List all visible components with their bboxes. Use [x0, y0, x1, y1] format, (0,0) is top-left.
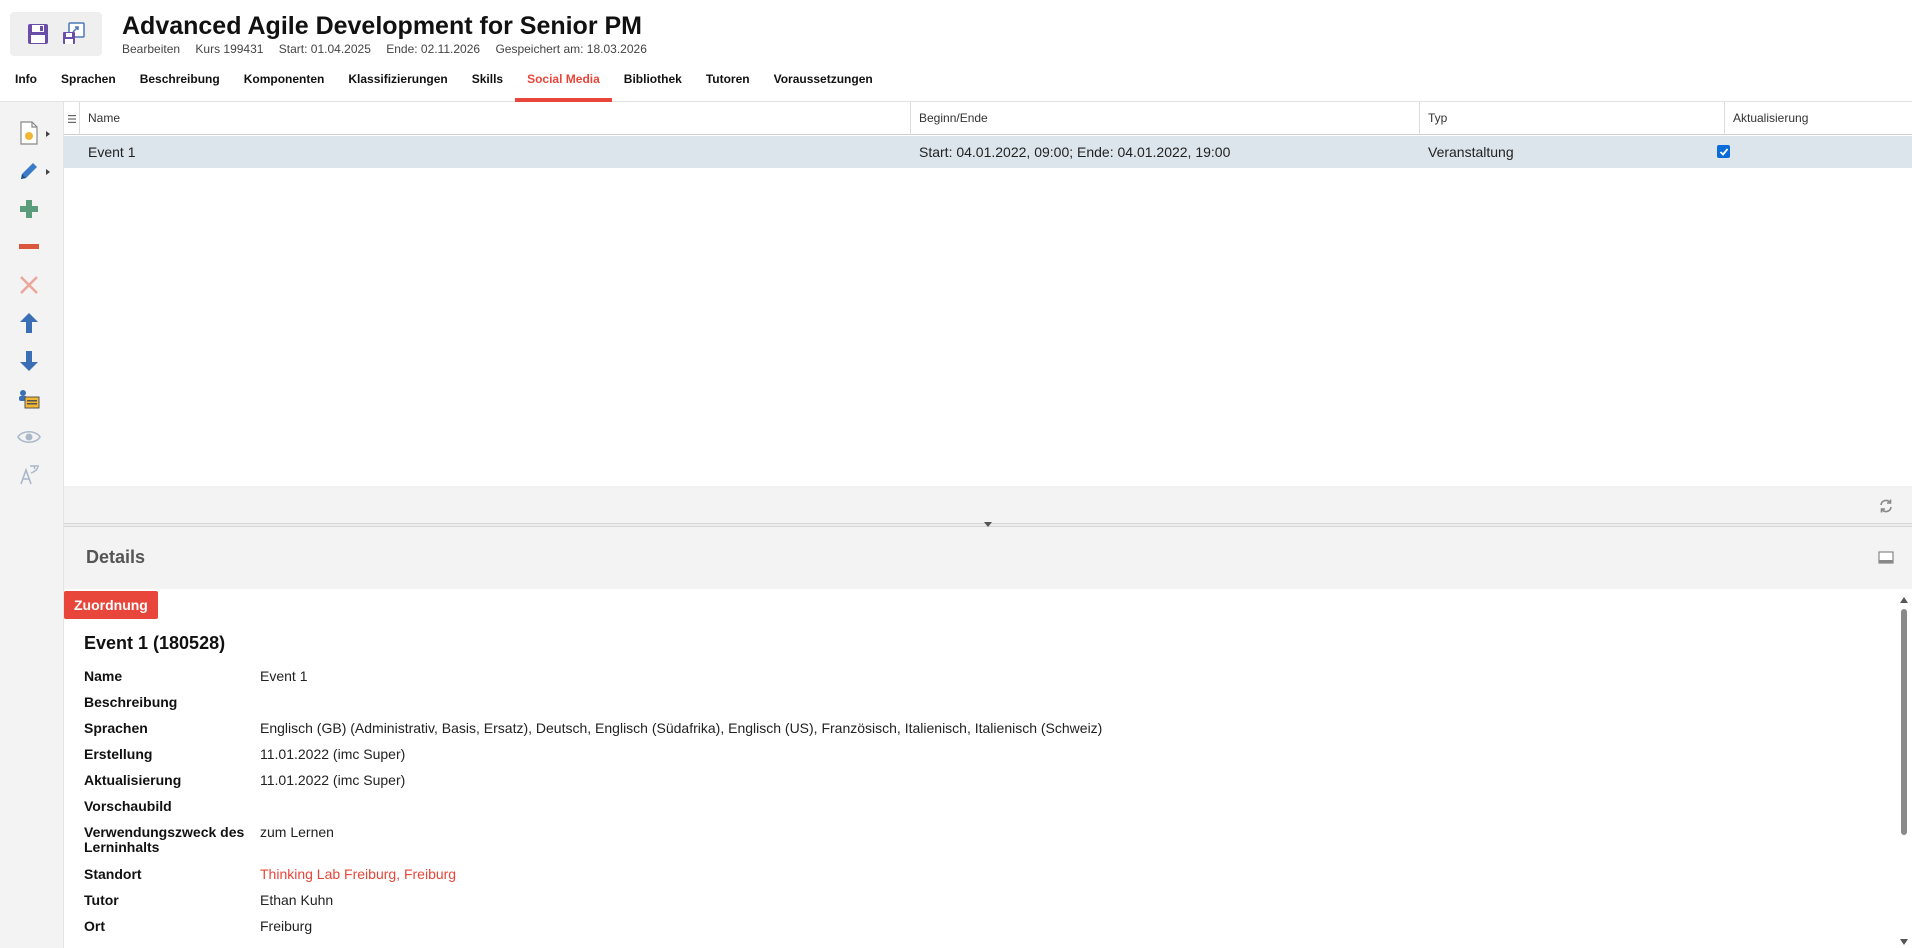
- preview-eye-icon[interactable]: [14, 422, 44, 452]
- meta-start: Start: 01.04.2025: [278, 42, 371, 56]
- field-label: Ort: [84, 918, 105, 934]
- move-down-icon[interactable]: [14, 346, 44, 376]
- field-label: Erstellung: [84, 746, 153, 762]
- field-label: Name: [84, 668, 123, 684]
- tab-social-media[interactable]: Social Media: [515, 64, 612, 102]
- field-label: Sprachen: [84, 720, 148, 736]
- tab-beschreibung[interactable]: Beschreibung: [128, 64, 232, 102]
- table-row[interactable]: Event 1 Start: 04.01.2022, 09:00; Ende: …: [64, 136, 1912, 168]
- tab-klassifizierungen[interactable]: Klassifizierungen: [336, 64, 459, 102]
- field-value: Freiburg: [260, 918, 313, 934]
- left-toolbar: [0, 102, 64, 948]
- edit-caret-icon[interactable]: [46, 169, 50, 175]
- scroll-up-icon[interactable]: [1900, 597, 1908, 603]
- meta-mode: Bearbeiten: [122, 42, 181, 56]
- collapse-panel-icon[interactable]: [1878, 551, 1894, 565]
- page-header: Advanced Agile Development for Senior PM…: [0, 0, 1912, 64]
- save-as-icon[interactable]: [60, 20, 88, 48]
- field-label: Vorschaubild: [84, 798, 172, 814]
- save-icon[interactable]: [24, 20, 52, 48]
- details-scrollbar[interactable]: [1898, 595, 1910, 947]
- add-icon[interactable]: [14, 194, 44, 224]
- translate-icon[interactable]: [14, 460, 44, 490]
- scroll-down-icon[interactable]: [1900, 939, 1908, 945]
- row-name: Event 1: [88, 144, 136, 160]
- status-badge: Zuordnung: [64, 591, 158, 619]
- field-label: Aktualisierung: [84, 772, 182, 788]
- tab-voraussetzungen[interactable]: Voraussetzungen: [762, 64, 885, 102]
- grid-header: Name Beginn/Ende Typ Aktualisierung: [64, 102, 1912, 135]
- social-media-grid: Name Beginn/Ende Typ Aktualisierung Even…: [64, 102, 1912, 486]
- tab-bar: Info Sprachen Beschreibung Komponenten K…: [0, 64, 1912, 102]
- tab-tutoren[interactable]: Tutoren: [694, 64, 762, 102]
- row-period: Start: 04.01.2022, 09:00; Ende: 04.01.20…: [919, 144, 1231, 160]
- tab-bibliothek[interactable]: Bibliothek: [612, 64, 694, 102]
- tab-skills[interactable]: Skills: [460, 64, 515, 102]
- meta-saved: Gespeichert am: 18.03.2026: [495, 42, 647, 56]
- scrollbar-thumb[interactable]: [1901, 609, 1907, 835]
- remove-icon[interactable]: [14, 232, 44, 262]
- tab-komponenten[interactable]: Komponenten: [232, 64, 337, 102]
- tab-sprachen[interactable]: Sprachen: [49, 64, 128, 102]
- field-value: Event 1: [260, 668, 308, 684]
- column-header-name[interactable]: Name: [80, 102, 911, 135]
- field-value: Ethan Kuhn: [260, 892, 334, 908]
- field-value: 11.01.2022 (imc Super): [260, 772, 406, 788]
- field-label: Tutor: [84, 892, 119, 908]
- record-title: Event 1 (180528): [84, 633, 226, 653]
- meta-course: Kurs 199431: [195, 42, 264, 56]
- meta-end: Ende: 02.11.2026: [386, 42, 481, 56]
- location-link[interactable]: Thinking Lab Freiburg, Freiburg: [260, 867, 456, 882]
- column-menu-icon[interactable]: [64, 102, 80, 135]
- column-header-update[interactable]: Aktualisierung: [1725, 102, 1912, 135]
- new-document-caret-icon[interactable]: [46, 131, 50, 137]
- column-header-period[interactable]: Beginn/Ende: [911, 102, 1420, 135]
- field-label: Standort: [84, 866, 142, 882]
- row-update-checkbox[interactable]: [1717, 145, 1730, 158]
- field-value: 11.01.2022 (imc Super): [260, 746, 406, 762]
- header-meta: Bearbeiten Kurs 199431 Start: 01.04.2025…: [122, 42, 659, 56]
- header-toolbar: [10, 12, 102, 56]
- field-label: Beschreibung: [84, 694, 178, 710]
- column-header-type[interactable]: Typ: [1420, 102, 1725, 135]
- edit-pencil-icon[interactable]: [14, 156, 44, 186]
- field-value: Englisch (GB) (Administrativ, Basis, Ers…: [260, 720, 1103, 736]
- details-header: Details: [64, 527, 1912, 589]
- move-up-icon[interactable]: [14, 308, 44, 338]
- row-type: Veranstaltung: [1428, 144, 1514, 160]
- refresh-icon[interactable]: [1878, 498, 1894, 514]
- grid-footer: [64, 486, 1912, 524]
- assign-icon[interactable]: [14, 384, 44, 414]
- field-label: Verwendungszweck des Lerninhalts: [84, 824, 245, 855]
- details-body: Zuordnung Event 1 (180528) Name Event 1 …: [64, 589, 1912, 948]
- field-value: zum Lernen: [260, 824, 334, 840]
- details-title: Details: [86, 547, 146, 567]
- tab-info[interactable]: Info: [0, 64, 49, 102]
- delete-icon[interactable]: [14, 270, 44, 300]
- new-document-icon[interactable]: [14, 118, 44, 148]
- page-title: Advanced Agile Development for Senior PM: [122, 12, 643, 40]
